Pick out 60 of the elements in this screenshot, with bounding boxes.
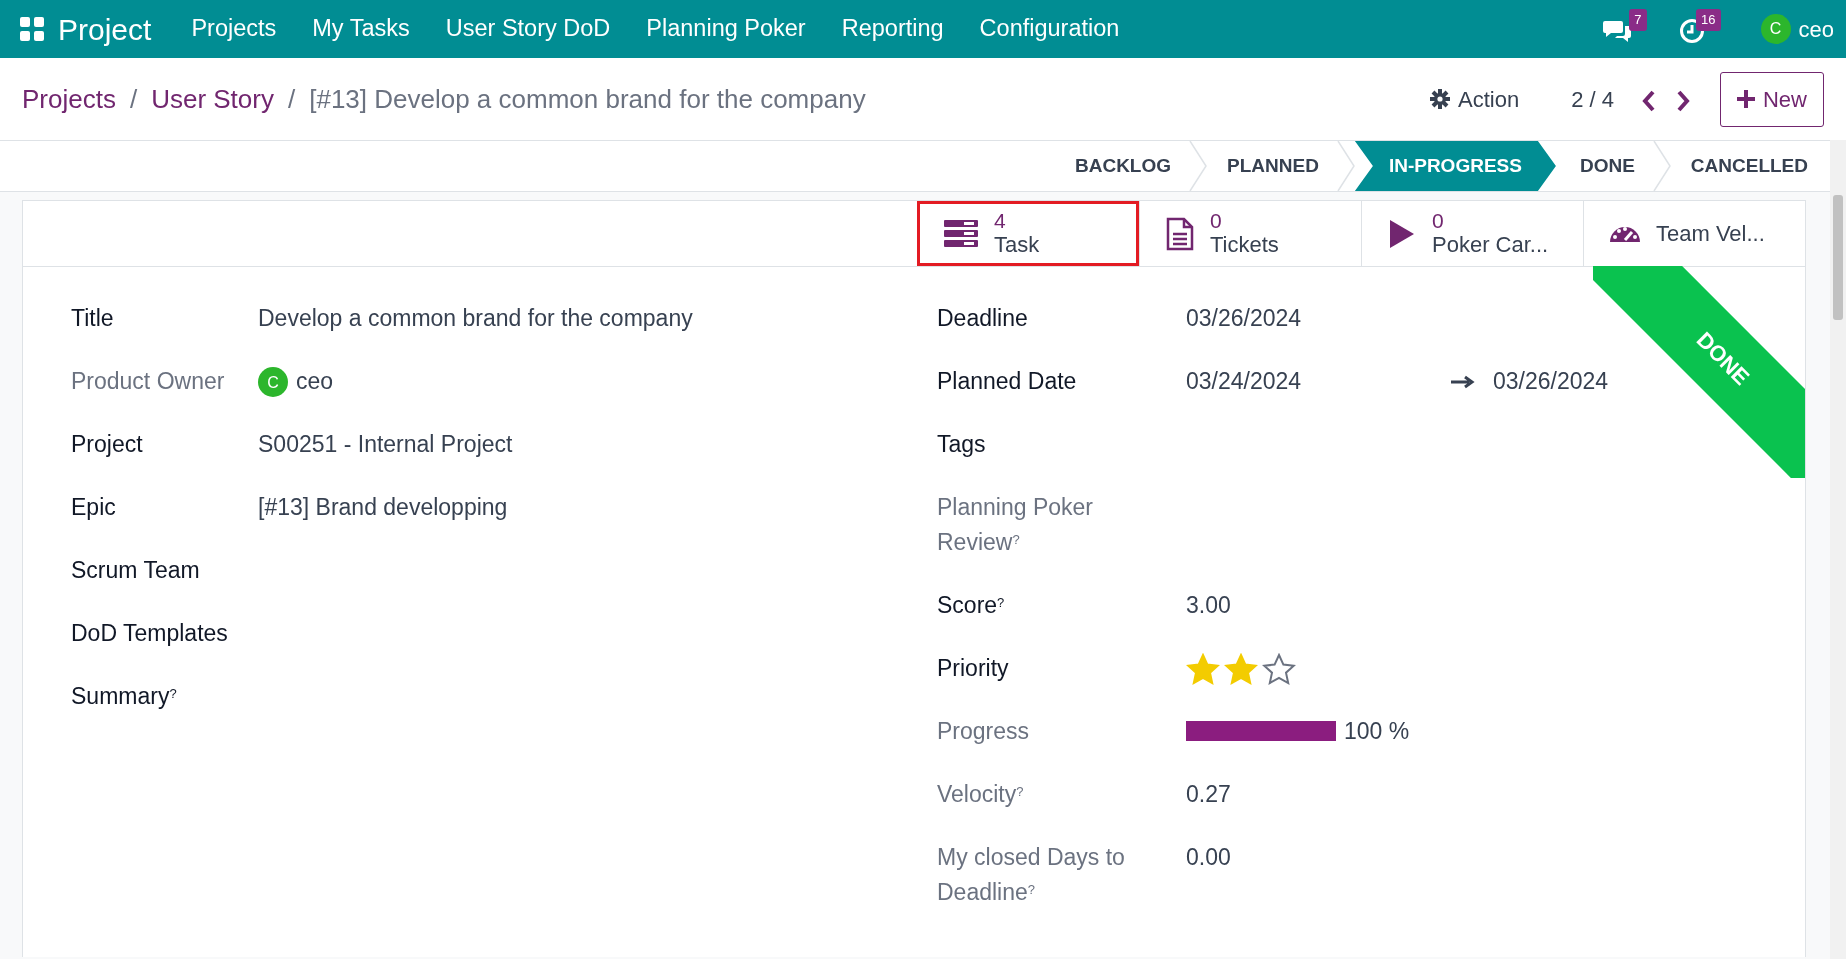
action-button[interactable]: Action bbox=[1424, 81, 1526, 117]
menu-item[interactable]: Projects bbox=[173, 11, 295, 47]
notification-count: 16 bbox=[1696, 9, 1721, 31]
stage-button[interactable]: IN-PROGRESS bbox=[1354, 141, 1556, 191]
apps-menu-icon[interactable] bbox=[20, 17, 44, 41]
field-label: My closed Days to Deadline$^{?}$ bbox=[937, 843, 1126, 907]
menu-item[interactable]: Planning Poker bbox=[628, 11, 824, 47]
field-label: Tags bbox=[937, 430, 987, 459]
field-label: Summary$^{?}$ bbox=[71, 682, 178, 711]
chat-icon[interactable] bbox=[1602, 18, 1631, 43]
arrow-right-icon bbox=[1451, 375, 1475, 389]
smart-button[interactable]: 4 Task bbox=[917, 201, 1139, 266]
field-label: Scrum Team bbox=[71, 556, 201, 585]
menu-item[interactable]: User Story DoD bbox=[427, 11, 629, 47]
field-value: 0.00 bbox=[1186, 843, 1231, 872]
scrollbar[interactable] bbox=[1830, 140, 1846, 959]
breadcrumb-link[interactable]: User Story bbox=[151, 79, 274, 119]
field-value: 100 % bbox=[1344, 717, 1410, 746]
field-value: S00251 - Internal Project bbox=[258, 430, 513, 459]
breadcrumb-separator: / bbox=[129, 82, 138, 116]
field-label: Planned Date bbox=[937, 367, 1078, 396]
plus-icon bbox=[1737, 90, 1755, 108]
list-icon bbox=[944, 218, 978, 249]
field-label: Title bbox=[71, 304, 115, 333]
gauge-icon bbox=[1610, 225, 1640, 242]
menu-item[interactable]: Configuration bbox=[961, 11, 1138, 47]
gear-icon bbox=[1430, 89, 1450, 109]
chevron-right-icon bbox=[1676, 89, 1690, 112]
menu-item[interactable]: Reporting bbox=[823, 11, 962, 47]
app-title[interactable]: Project bbox=[58, 6, 152, 52]
user-avatar: C bbox=[258, 367, 288, 397]
menu-item[interactable]: My Tasks bbox=[294, 11, 428, 47]
user-name[interactable]: ceo bbox=[1798, 12, 1834, 46]
breadcrumb-link[interactable]: Projects bbox=[22, 79, 116, 119]
breadcrumb-separator: / bbox=[287, 82, 296, 116]
notification-count: 7 bbox=[1629, 9, 1647, 31]
chevron-left-icon bbox=[1642, 89, 1656, 112]
field-value: 3.00 bbox=[1186, 591, 1231, 620]
field-label: Deadline bbox=[937, 304, 1029, 333]
field-value: 03/24/2024 bbox=[1186, 367, 1303, 396]
play-icon bbox=[1388, 217, 1416, 250]
field-label: DoD Templates bbox=[71, 619, 229, 648]
document-icon bbox=[1166, 216, 1194, 251]
field-label: Progress bbox=[937, 717, 1031, 746]
field-value: 0.27 bbox=[1186, 780, 1231, 809]
field-label: Product Owner bbox=[71, 367, 226, 396]
field-label: Planning Poker Review$^{?}$ bbox=[937, 493, 1094, 557]
breadcrumb-current: [#13] Develop a common brand for the company bbox=[309, 82, 866, 116]
field-label: Score$^{?}$ bbox=[937, 591, 1006, 620]
field-value: [#13] Brand developping bbox=[258, 493, 508, 522]
field-label: Velocity$^{?}$ bbox=[937, 780, 1025, 809]
new-button[interactable]: New bbox=[1720, 71, 1824, 127]
field-value: Develop a common brand for the company bbox=[258, 304, 693, 333]
field-value: 03/26/2024 bbox=[1186, 304, 1302, 333]
star-icon[interactable] bbox=[1262, 653, 1296, 685]
field-label: Priority bbox=[937, 654, 1010, 683]
pager-counter: 2 / 4 bbox=[1571, 85, 1614, 114]
field-label: Project bbox=[71, 430, 144, 459]
field-value: ceo bbox=[296, 367, 334, 396]
field-label: Epic bbox=[71, 493, 117, 522]
